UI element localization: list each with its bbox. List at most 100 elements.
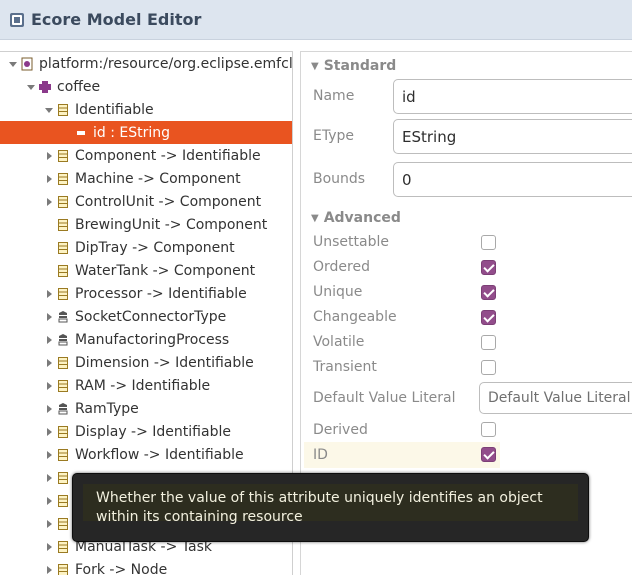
class-icon — [56, 172, 70, 186]
tree-item[interactable]: ManufactoringProcess — [0, 328, 292, 351]
collapsed-twisty-icon[interactable] — [42, 563, 56, 575]
tree-item[interactable]: Processor -> Identifiable — [0, 282, 292, 305]
tree-item[interactable]: coffee — [0, 75, 292, 98]
class-icon — [56, 287, 70, 301]
package-icon — [38, 80, 52, 94]
collapsed-twisty-icon[interactable] — [42, 333, 56, 347]
enum-icon — [56, 333, 70, 347]
changeable-checkbox[interactable] — [481, 310, 496, 325]
tooltip: Whether the value of this attribute uniq… — [72, 473, 589, 542]
tree-item-label: ControlUnit -> Component — [75, 193, 262, 210]
class-icon — [56, 356, 70, 370]
tree-item[interactable]: RamType — [0, 397, 292, 420]
bounds-value: 0 — [402, 170, 412, 189]
tree-item-label: id : EString — [93, 124, 171, 141]
bounds-field[interactable]: 0 — [393, 162, 632, 197]
tree-item-label: coffee — [57, 78, 101, 95]
tree-item[interactable]: Workflow -> Identifiable — [0, 443, 292, 466]
changeable-label: Changeable — [313, 309, 397, 325]
etype-field[interactable]: EString — [393, 119, 632, 154]
tree-item-label: DipTray -> Component — [75, 239, 235, 256]
ordered-label: Ordered — [313, 259, 370, 275]
window-title: Ecore Model Editor — [31, 10, 202, 29]
class-icon — [56, 471, 70, 485]
tree-item[interactable]: Identifiable — [0, 98, 292, 121]
enum-icon — [56, 402, 70, 416]
derived-checkbox[interactable] — [481, 422, 496, 437]
collapsed-twisty-icon[interactable] — [42, 402, 56, 416]
tree-item[interactable]: Fork -> Node — [0, 558, 292, 575]
unsettable-checkbox[interactable] — [481, 235, 496, 250]
ordered-checkbox[interactable] — [481, 260, 496, 275]
tree-item[interactable]: platform:/resource/org.eclipse.emfcl — [0, 52, 292, 75]
expanded-twisty-icon[interactable] — [6, 57, 20, 71]
volatile-label: Volatile — [313, 334, 365, 350]
tree-item[interactable]: BrewingUnit -> Component — [0, 213, 292, 236]
tree-item-label: platform:/resource/org.eclipse.emfcl — [39, 55, 293, 72]
tree-item-label: Workflow -> Identifiable — [75, 446, 244, 463]
transient-checkbox[interactable] — [481, 360, 496, 375]
tree-item-label: Display -> Identifiable — [75, 423, 231, 440]
tree-item-label: SocketConnectorType — [75, 308, 227, 325]
tree-item[interactable]: DipTray -> Component — [0, 236, 292, 259]
chevron-down-icon: ▼ — [311, 212, 319, 224]
tree-item[interactable]: SocketConnectorType — [0, 305, 292, 328]
tree-item[interactable]: ControlUnit -> Component — [0, 190, 292, 213]
class-icon — [56, 517, 70, 531]
id-checkbox[interactable] — [481, 447, 496, 462]
collapsed-twisty-icon[interactable] — [42, 172, 56, 186]
tree-item-label: Processor -> Identifiable — [75, 285, 247, 302]
transient-label: Transient — [313, 359, 377, 375]
tree-item-label: Component -> Identifiable — [75, 147, 261, 164]
collapsed-twisty-icon[interactable] — [42, 379, 56, 393]
advanced-section-header[interactable]: ▼ Advanced — [311, 210, 401, 226]
tree-item[interactable]: Machine -> Component — [0, 167, 292, 190]
expanded-twisty-icon[interactable] — [24, 80, 38, 94]
class-icon — [56, 195, 70, 209]
tree-item[interactable]: Component -> Identifiable — [0, 144, 292, 167]
tree-item-label: Machine -> Component — [75, 170, 241, 187]
etype-value: EString — [402, 127, 457, 146]
collapsed-twisty-icon[interactable] — [42, 310, 56, 324]
attribute-icon — [74, 126, 88, 140]
unsettable-label: Unsettable — [313, 234, 389, 250]
name-field[interactable]: id — [393, 79, 632, 114]
collapsed-twisty-icon[interactable] — [42, 356, 56, 370]
id-label: ID — [313, 447, 328, 463]
default-value-literal-field[interactable]: Default Value Literal — [479, 382, 632, 414]
collapsed-twisty-icon[interactable] — [42, 425, 56, 439]
collapsed-twisty-icon[interactable] — [42, 149, 56, 163]
collapsed-twisty-icon[interactable] — [42, 517, 56, 531]
collapsed-twisty-icon[interactable] — [42, 195, 56, 209]
tree-item-label: Dimension -> Identifiable — [75, 354, 254, 371]
collapsed-twisty-icon[interactable] — [42, 448, 56, 462]
tree-item-label: Identifiable — [75, 101, 154, 118]
class-icon — [56, 563, 70, 575]
standard-section-header[interactable]: ▼ Standard — [311, 58, 396, 74]
tree-item[interactable]: Dimension -> Identifiable — [0, 351, 292, 374]
class-icon — [56, 103, 70, 117]
tree-item[interactable]: WaterTank -> Component — [0, 259, 292, 282]
class-icon — [56, 218, 70, 232]
tree-item[interactable]: RAM -> Identifiable — [0, 374, 292, 397]
unique-label: Unique — [313, 284, 363, 300]
etype-label: EType — [313, 128, 355, 144]
class-icon — [56, 379, 70, 393]
expanded-twisty-icon[interactable] — [42, 103, 56, 117]
collapsed-twisty-icon[interactable] — [42, 540, 56, 554]
class-icon — [56, 540, 70, 554]
collapsed-twisty-icon[interactable] — [42, 287, 56, 301]
default-value-literal-placeholder: Default Value Literal — [488, 390, 631, 406]
unique-checkbox[interactable] — [481, 285, 496, 300]
collapsed-twisty-icon[interactable] — [42, 494, 56, 508]
volatile-checkbox[interactable] — [481, 335, 496, 350]
default-value-literal-label: Default Value Literal — [313, 390, 456, 406]
tree-item-label: BrewingUnit -> Component — [75, 216, 268, 233]
tree-item[interactable]: id : EString — [0, 121, 292, 144]
class-icon — [56, 264, 70, 278]
tree-item-label: RamType — [75, 400, 139, 417]
collapsed-twisty-icon[interactable] — [42, 471, 56, 485]
tree-item[interactable]: Display -> Identifiable — [0, 420, 292, 443]
